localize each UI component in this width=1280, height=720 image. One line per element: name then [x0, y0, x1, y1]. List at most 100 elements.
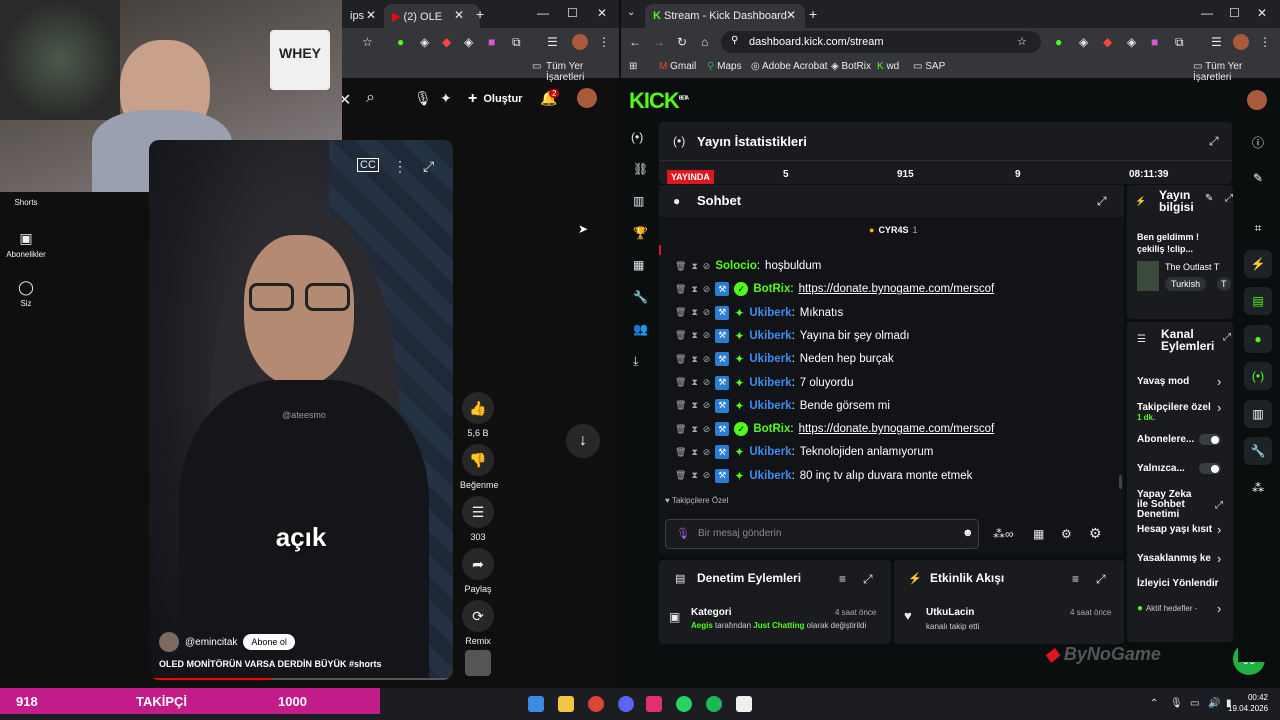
bookmark-botrix[interactable]: ◈ BotRix	[831, 61, 871, 72]
analytics-icon[interactable]: ▥	[633, 194, 644, 208]
chat-message[interactable]: 🗑 ⧗ ⊘ ⚒ ✦ Ukiberk: Yayına bir şey olmadı	[675, 327, 910, 345]
extension-icon[interactable]: ●	[1055, 35, 1062, 49]
chat-message[interactable]: 🗑 ⧗ ⊘ ⚒ ✦ Ukiberk:7 oluyordu	[675, 374, 853, 392]
tab-search-icon[interactable]: ⌄	[627, 7, 635, 18]
chat-message[interactable]: 🗑 ⧗ ⊘ ⚒ ✦ Ukiberk: Mıknatıs	[675, 304, 843, 322]
gift-icon[interactable]: ▦	[1033, 527, 1044, 541]
delete-icon[interactable]: 🗑	[675, 261, 686, 272]
chat-username[interactable]: Ukiberk	[749, 446, 791, 458]
minimize-icon[interactable]: —	[1201, 6, 1213, 20]
stream-broadcast-icon[interactable]: (•)	[631, 130, 643, 144]
reading-list-icon[interactable]: ☰	[547, 35, 558, 49]
extension-icon[interactable]: ◆	[1103, 35, 1112, 49]
channel-action-item[interactable]: İzleyici Yönlendir	[1137, 578, 1229, 589]
toggle-switch[interactable]	[1199, 463, 1221, 474]
extension-icon[interactable]: ●	[397, 35, 404, 49]
whatsapp-icon[interactable]	[676, 696, 692, 712]
chat-username[interactable]: BotRix	[753, 283, 790, 295]
chat-message[interactable]: 🗑 ⧗ ⊘ ⚒ ✦ Ukiberk:80 inç tv alıp duvara monte…	[675, 467, 972, 485]
ban-icon[interactable]: ⊘	[703, 400, 711, 411]
timeout-icon[interactable]: ⧗	[691, 424, 697, 435]
infinity-icon[interactable]: ⁂∞	[993, 527, 1014, 541]
instagram-icon[interactable]	[646, 696, 662, 712]
delete-icon[interactable]: 🗑	[675, 400, 686, 411]
popout-icon[interactable]: ⤢	[863, 572, 873, 587]
chat-input[interactable]: 🎙 Bir mesaj gönderin ☻	[665, 519, 979, 549]
wrench-icon[interactable]: 🔧	[1244, 437, 1272, 465]
tag-chip[interactable]: T	[1217, 277, 1231, 291]
ban-icon[interactable]: ⊘	[703, 307, 711, 318]
search-icon[interactable]: ⌕	[366, 89, 375, 107]
document-icon[interactable]: ▤	[1244, 287, 1272, 315]
share-button[interactable]: ➦ Paylaş	[460, 548, 496, 594]
settings-gear-icon[interactable]: ⚙	[1061, 527, 1072, 541]
download-icon[interactable]: ⤓	[633, 354, 638, 369]
timeout-icon[interactable]: ⧗	[691, 354, 697, 365]
toggle-switch[interactable]	[1199, 434, 1221, 445]
extension-icon[interactable]: ◆	[442, 35, 451, 49]
chat-icon[interactable]: ●	[1244, 325, 1272, 353]
link-icon[interactable]: ⛓	[633, 162, 648, 176]
sidebar-you[interactable]: ◯ Siz	[6, 279, 46, 308]
edit-pencil-icon[interactable]: ✎	[1205, 193, 1213, 204]
ban-icon[interactable]: ⊘	[703, 330, 711, 341]
chat-username[interactable]: Ukiberk	[749, 377, 791, 389]
remix-button[interactable]: ⟳ Remix	[460, 600, 496, 646]
apps-icon[interactable]: ⁂	[1244, 474, 1272, 502]
delete-icon[interactable]: 🗑	[675, 330, 686, 341]
chat-username[interactable]: BotRix	[753, 423, 790, 435]
next-video-arrow-icon[interactable]: ↓	[566, 424, 600, 458]
bookmark-maps[interactable]: ⚲ Maps	[707, 61, 742, 72]
extension-icon[interactable]: ◈	[420, 35, 429, 49]
ban-icon[interactable]: ⊘	[703, 261, 711, 272]
ban-icon[interactable]: ⊘	[703, 470, 711, 481]
sidebar-shorts[interactable]: Shorts	[6, 198, 46, 207]
close-window-icon[interactable]: ✕	[1257, 6, 1267, 20]
microphone-icon[interactable]: 🎙	[676, 527, 690, 540]
kick-logo[interactable]: KICKBETA	[629, 88, 689, 114]
extension-icon[interactable]: ◈	[464, 35, 473, 49]
chat-username[interactable]: Ukiberk	[749, 470, 791, 482]
profile-avatar[interactable]	[572, 34, 588, 50]
capture-icon[interactable]: ⌗	[1244, 214, 1272, 242]
chat-username[interactable]: Ukiberk	[749, 307, 791, 319]
chevron-right-icon[interactable]: ›	[1217, 551, 1221, 566]
maximize-icon[interactable]: ☐	[1229, 6, 1240, 20]
popout-icon[interactable]: ⤢	[1097, 194, 1107, 209]
tray-chevron-icon[interactable]: ⌃	[1150, 698, 1158, 709]
short-video-player[interactable]: @ateesmo açık CC ⋮ ⤢ @emincitak Abone ol…	[149, 140, 453, 680]
reload-icon[interactable]: ↻	[677, 35, 687, 49]
filter-icon[interactable]: ≡	[1072, 572, 1079, 586]
ban-icon[interactable]: ⊘	[703, 447, 711, 458]
channel-avatar[interactable]	[159, 632, 179, 652]
subscribe-button[interactable]: Abone ol	[243, 634, 295, 650]
chat-username[interactable]: Solocio	[715, 260, 757, 272]
chat-message[interactable]: 🗑 ⧗ ⊘ ⚒ ✓ BotRix: https://donate.bynogame.com/…	[675, 420, 994, 438]
delete-icon[interactable]: 🗑	[675, 284, 686, 295]
bookmark-acrobat[interactable]: ◎ Adobe Acrobat	[751, 61, 828, 72]
progress-track[interactable]	[149, 678, 453, 680]
youtube-avatar[interactable]	[577, 88, 597, 108]
extensions-puzzle-icon[interactable]: ⧉	[1175, 35, 1184, 50]
chevron-right-icon[interactable]: ›	[1217, 522, 1221, 537]
close-window-icon[interactable]: ✕	[597, 6, 607, 20]
info-icon[interactable]: ⓘ	[1244, 128, 1272, 156]
extensions-puzzle-icon[interactable]: ⧉	[512, 35, 521, 50]
microphone-icon[interactable]: 🎙	[414, 90, 432, 107]
home-icon[interactable]: ⌂	[701, 35, 708, 49]
channel-action-item[interactable]: ● Aktif hedefler -	[1137, 603, 1229, 614]
create-button[interactable]: + Oluştur	[468, 90, 522, 108]
bookmark-wd[interactable]: K wd	[877, 61, 899, 72]
timeout-icon[interactable]: ⧗	[691, 307, 697, 318]
timeout-icon[interactable]: ⧗	[691, 447, 697, 458]
chat-text[interactable]: https://donate.bynogame.com/merscof	[799, 283, 995, 295]
ban-icon[interactable]: ⊘	[703, 354, 711, 365]
delete-icon[interactable]: 🗑	[675, 354, 686, 365]
windows-start-icon[interactable]	[528, 696, 544, 712]
wrench-icon[interactable]: 🔧	[633, 290, 648, 304]
channel-action-item[interactable]: Takipçilere özel 1 dk.	[1137, 402, 1229, 422]
delete-icon[interactable]: 🗑	[675, 447, 686, 458]
all-bookmarks[interactable]: Tüm Yer İşaretleri	[546, 61, 619, 83]
game-title[interactable]: The Outlast T	[1165, 262, 1229, 272]
comments-button[interactable]: ☰ 303	[460, 496, 496, 542]
